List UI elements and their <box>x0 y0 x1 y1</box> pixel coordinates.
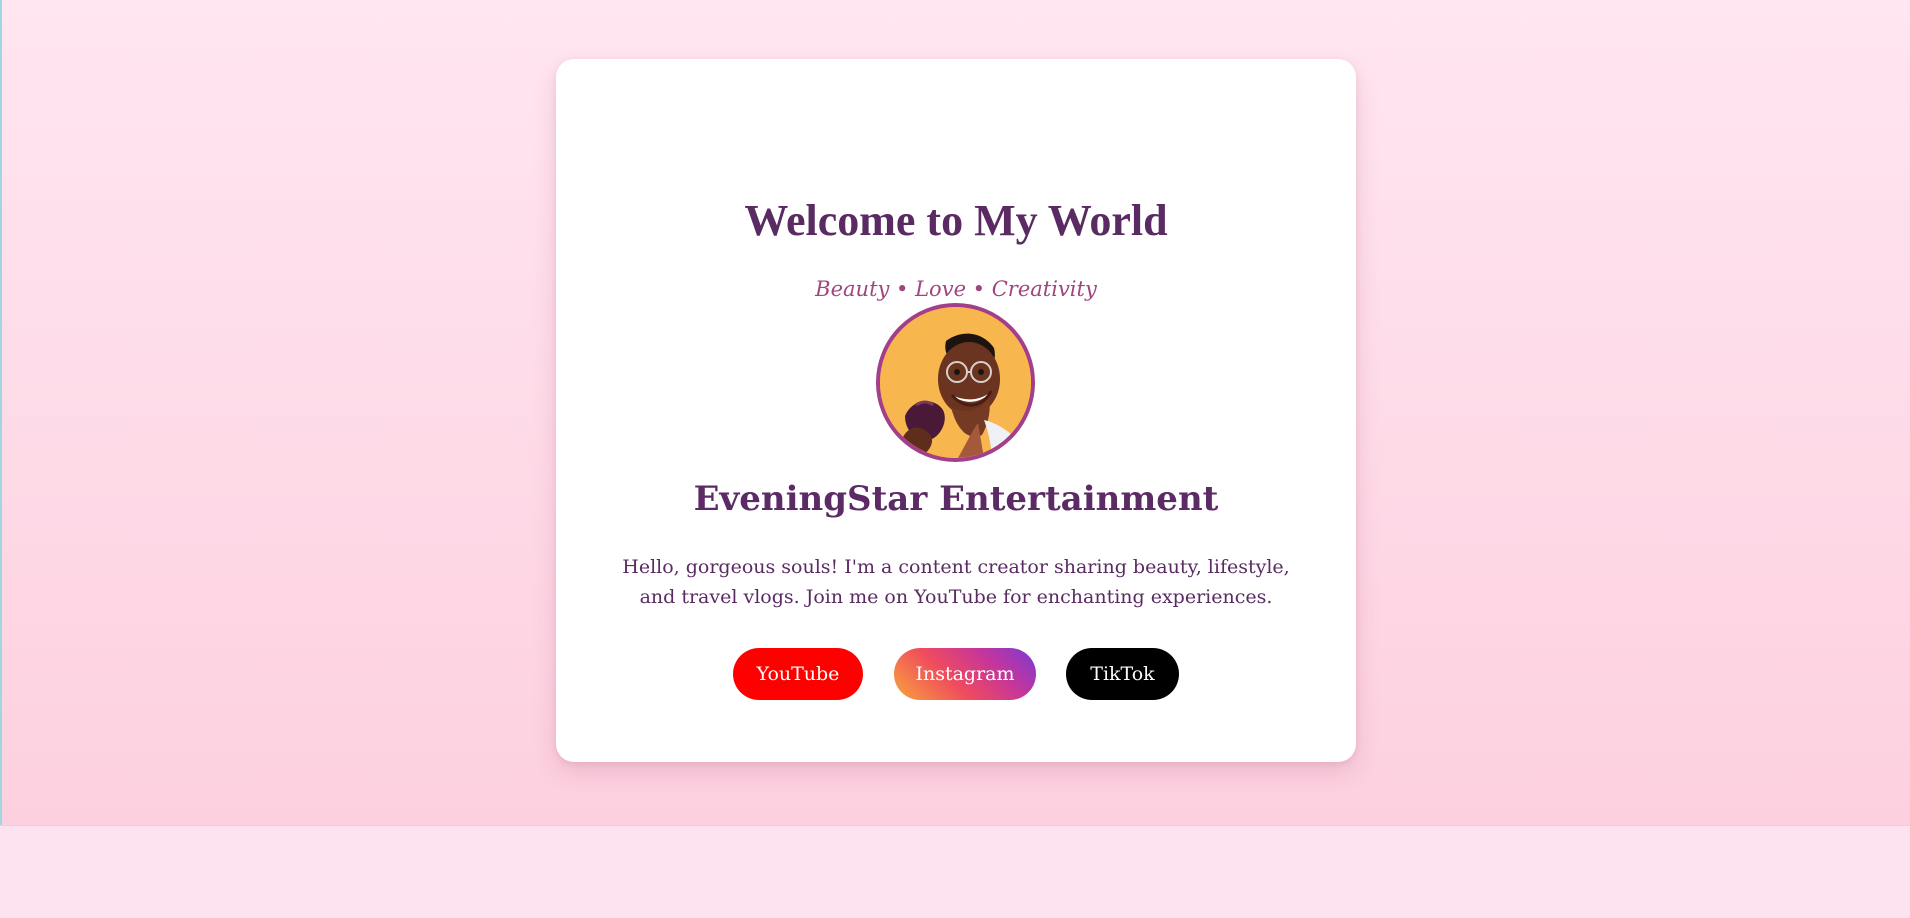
page-title: Welcome to My World <box>744 196 1168 245</box>
creator-bio: Hello, gorgeous souls! I'm a content cre… <box>622 556 1290 608</box>
footer-band <box>0 825 1910 918</box>
page: Welcome to My World Beauty • Love • Crea… <box>0 0 1910 918</box>
tiktok-button[interactable]: TikTok <box>1066 648 1179 700</box>
social-links: YouTube Instagram TikTok <box>556 648 1356 700</box>
profile-photo-icon <box>880 307 1031 458</box>
youtube-button[interactable]: YouTube <box>733 648 863 700</box>
left-edge-divider <box>0 0 2 825</box>
tagline: Beauty • Love • Creativity <box>815 277 1097 301</box>
creator-name: EveningStar Entertainment <box>693 479 1219 519</box>
instagram-button[interactable]: Instagram <box>894 648 1036 700</box>
profile-card: Welcome to My World Beauty • Love • Crea… <box>556 59 1356 762</box>
avatar <box>876 303 1035 462</box>
